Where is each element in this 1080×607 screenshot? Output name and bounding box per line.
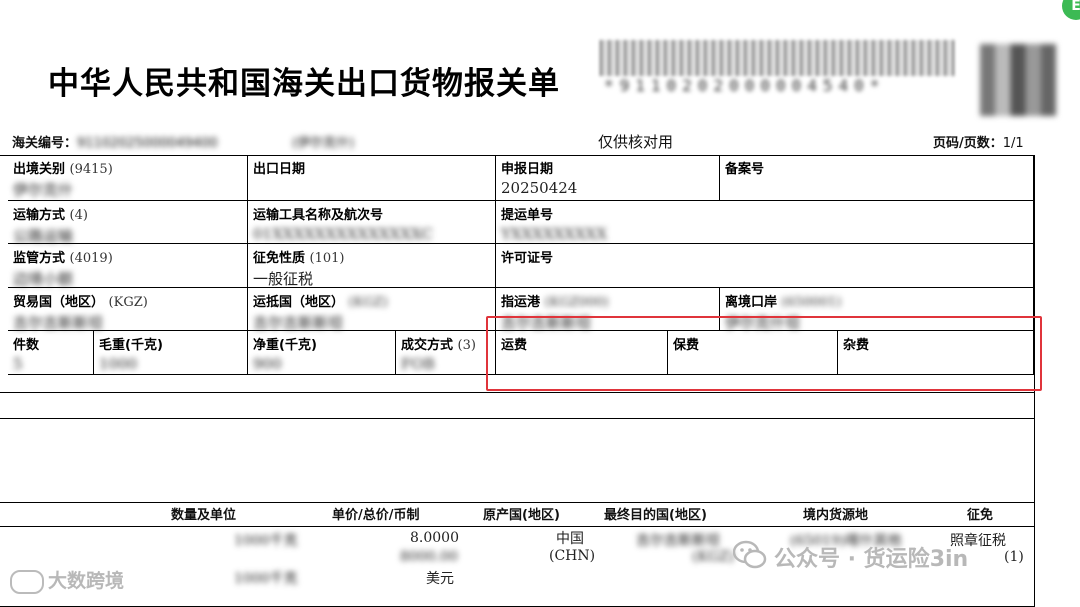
- field-license-no: 许可证号: [496, 244, 1034, 288]
- field-trade-country: 贸易国（地区） (KGZ) 吉尔吉斯斯坦: [8, 288, 248, 332]
- row-divider: [0, 526, 1034, 527]
- goods-total-price: 8000.00: [400, 549, 458, 565]
- goods-qty-1: 1000千克: [234, 533, 298, 549]
- field-export-date: 出口日期: [248, 155, 496, 201]
- form-title: 中华人民共和国海关出口货物报关单: [48, 66, 560, 102]
- field-record-no: 备案号: [720, 155, 1034, 201]
- field-net-weight: 净重(千克) 900: [248, 331, 396, 375]
- goods-levy-code: (1): [1004, 549, 1024, 565]
- header-price: 单价/总价/币制: [332, 508, 420, 523]
- verify-only-label: 仅供核对用: [598, 133, 674, 151]
- page-count: 页码/页数：1/1: [933, 136, 1024, 151]
- field-arrival-country: 运抵国（地区） (KGZ) 吉尔吉斯斯坦: [248, 288, 496, 332]
- field-supervision: 监管方式 (4019) 边境小额: [8, 244, 248, 288]
- goods-origin-name: 中国: [556, 531, 584, 547]
- goods-currency: 美元: [426, 571, 454, 587]
- field-tax-nature: 征免性质 (101) 一般征税: [248, 244, 496, 288]
- field-declare-date: 申报日期 20250424: [496, 155, 720, 201]
- watermark-right: 公众号 · 货运险3in: [774, 547, 969, 572]
- field-vehicle: 运输工具名称及航次号 01XXXXXXXXXXXXXXC: [248, 201, 496, 244]
- field-gross-weight: 毛重(千克) 1000: [94, 331, 248, 375]
- customs-no: 海关编号：91102025000049400: [12, 136, 218, 151]
- port-note: (伊尔克什): [292, 136, 355, 151]
- field-exit-customs: 出境关别 (9415) 伊尔克什: [8, 155, 248, 201]
- watermark-logo-icon: [10, 569, 44, 594]
- highlight-box: [486, 316, 1042, 391]
- field-deal-mode: 成交方式 (3) FOB: [396, 331, 496, 375]
- goods-qty-2: 1000千克: [234, 571, 298, 587]
- header-source: 境内货源地: [803, 508, 869, 523]
- qr-code: [980, 44, 1056, 116]
- goods-unit-price: 8.0000: [410, 530, 459, 546]
- row-divider: [0, 392, 1034, 393]
- goods-origin-code: (CHN): [549, 548, 596, 564]
- header-qty-unit: 数量及单位: [171, 508, 237, 523]
- barcode: [600, 40, 956, 76]
- field-packages: 件数 5: [8, 331, 94, 375]
- header-levy: 征免: [967, 508, 994, 523]
- field-bill-no: 提运单号 YXXXXXXXXX: [496, 201, 1034, 244]
- field-transport-mode: 运输方式 (4) 公路运输: [8, 201, 248, 245]
- wechat-icon: [733, 540, 767, 569]
- row-divider: [0, 502, 1034, 503]
- row-divider: [0, 418, 1034, 419]
- barcode-number: *9110202000004540*: [604, 76, 886, 95]
- watermark-left: 大数跨境: [10, 566, 124, 594]
- corner-badge: E: [1062, 0, 1080, 20]
- goods-dest-name: 吉尔吉斯斯坦: [636, 533, 720, 549]
- header-final-dest: 最终目的国(地区): [604, 508, 707, 523]
- goods-dest-code: (KGZ): [692, 549, 735, 565]
- header-origin: 原产国(地区): [483, 508, 560, 523]
